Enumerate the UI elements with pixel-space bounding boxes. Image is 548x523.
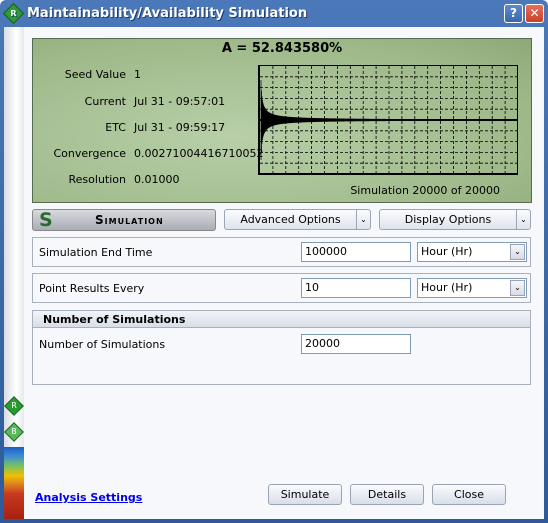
- availability-result: A = 52.843580%: [221, 41, 343, 56]
- etc-label: ETC: [105, 121, 126, 134]
- current-value: Jul 31 - 09:57:01: [134, 95, 226, 108]
- point-results-unit-select[interactable]: Hour (Hr) ⌄: [417, 278, 527, 298]
- side-strip: R B: [4, 27, 24, 519]
- chevron-down-icon[interactable]: ⌄: [510, 280, 525, 296]
- convergence-graph: [258, 65, 518, 175]
- resolution-value: 0.01000: [134, 173, 180, 186]
- point-results-unit-value: Hour (Hr): [421, 281, 473, 294]
- display-options-label: Display Options: [404, 213, 492, 226]
- simulate-button[interactable]: Simulate: [268, 484, 342, 505]
- convergence-value: 0.00271004416710052: [134, 147, 264, 160]
- end-time-unit-value: Hour (Hr): [421, 245, 473, 258]
- etc-value: Jul 31 - 09:59:17: [134, 121, 226, 134]
- point-results-label: Point Results Every: [39, 282, 145, 295]
- window-title: Maintainability/Availability Simulation: [27, 6, 308, 21]
- chevron-down-icon[interactable]: ⌄: [356, 210, 370, 229]
- resolution-label: Resolution: [68, 173, 126, 186]
- simulation-banner-label: Simulation: [95, 213, 164, 227]
- num-sims-label: Number of Simulations: [39, 338, 166, 351]
- advanced-options-label: Advanced Options: [240, 213, 341, 226]
- analysis-settings-link[interactable]: Analysis Settings: [35, 491, 142, 504]
- title-bar: R Maintainability/Availability Simulatio…: [0, 0, 548, 27]
- simulation-progress-text: Simulation 20000 of 20000: [350, 184, 500, 197]
- help-button[interactable]: ?: [504, 4, 523, 23]
- convergence-label: Convergence: [53, 147, 126, 160]
- end-time-label: Simulation End Time: [39, 246, 153, 259]
- decorative-waves: [4, 447, 24, 519]
- advanced-options-dropdown[interactable]: Advanced Options ⌄: [224, 209, 371, 230]
- number-of-simulations-group: Number of Simulations Number of Simulati…: [32, 310, 531, 385]
- end-time-unit-select[interactable]: Hour (Hr) ⌄: [417, 242, 527, 262]
- simulation-logo: S: [39, 209, 53, 231]
- display-options-dropdown[interactable]: Display Options ⌄: [379, 209, 531, 230]
- current-label: Current: [84, 95, 126, 108]
- app-icon: R: [2, 2, 25, 25]
- seed-value: 1: [134, 68, 141, 81]
- chevron-down-icon[interactable]: ⌄: [516, 210, 530, 229]
- r-icon: R: [4, 396, 24, 416]
- seed-label: Seed Value: [64, 68, 126, 81]
- chevron-down-icon[interactable]: ⌄: [510, 244, 525, 260]
- end-time-input[interactable]: 100000: [301, 242, 411, 262]
- simulation-display: A = 52.843580% Seed Value 1 Current Jul …: [32, 38, 532, 203]
- details-button[interactable]: Details: [350, 484, 424, 505]
- b-icon: B: [4, 422, 24, 442]
- simulation-banner: S Simulation: [32, 209, 216, 231]
- dialog-body: R B A = 52.843580% Seed Value 1 Current …: [4, 27, 544, 519]
- convergence-plot: [260, 66, 518, 174]
- point-results-row: Point Results Every 10 Hour (Hr) ⌄: [32, 273, 531, 303]
- close-window-button[interactable]: ✕: [525, 4, 544, 23]
- dialog-window: R Maintainability/Availability Simulatio…: [0, 0, 548, 523]
- point-results-input[interactable]: 10: [301, 278, 411, 298]
- close-button[interactable]: Close: [432, 484, 506, 505]
- end-time-row: Simulation End Time 100000 Hour (Hr) ⌄: [32, 237, 531, 267]
- group-header: Number of Simulations: [33, 311, 530, 328]
- num-sims-input[interactable]: 20000: [301, 334, 411, 354]
